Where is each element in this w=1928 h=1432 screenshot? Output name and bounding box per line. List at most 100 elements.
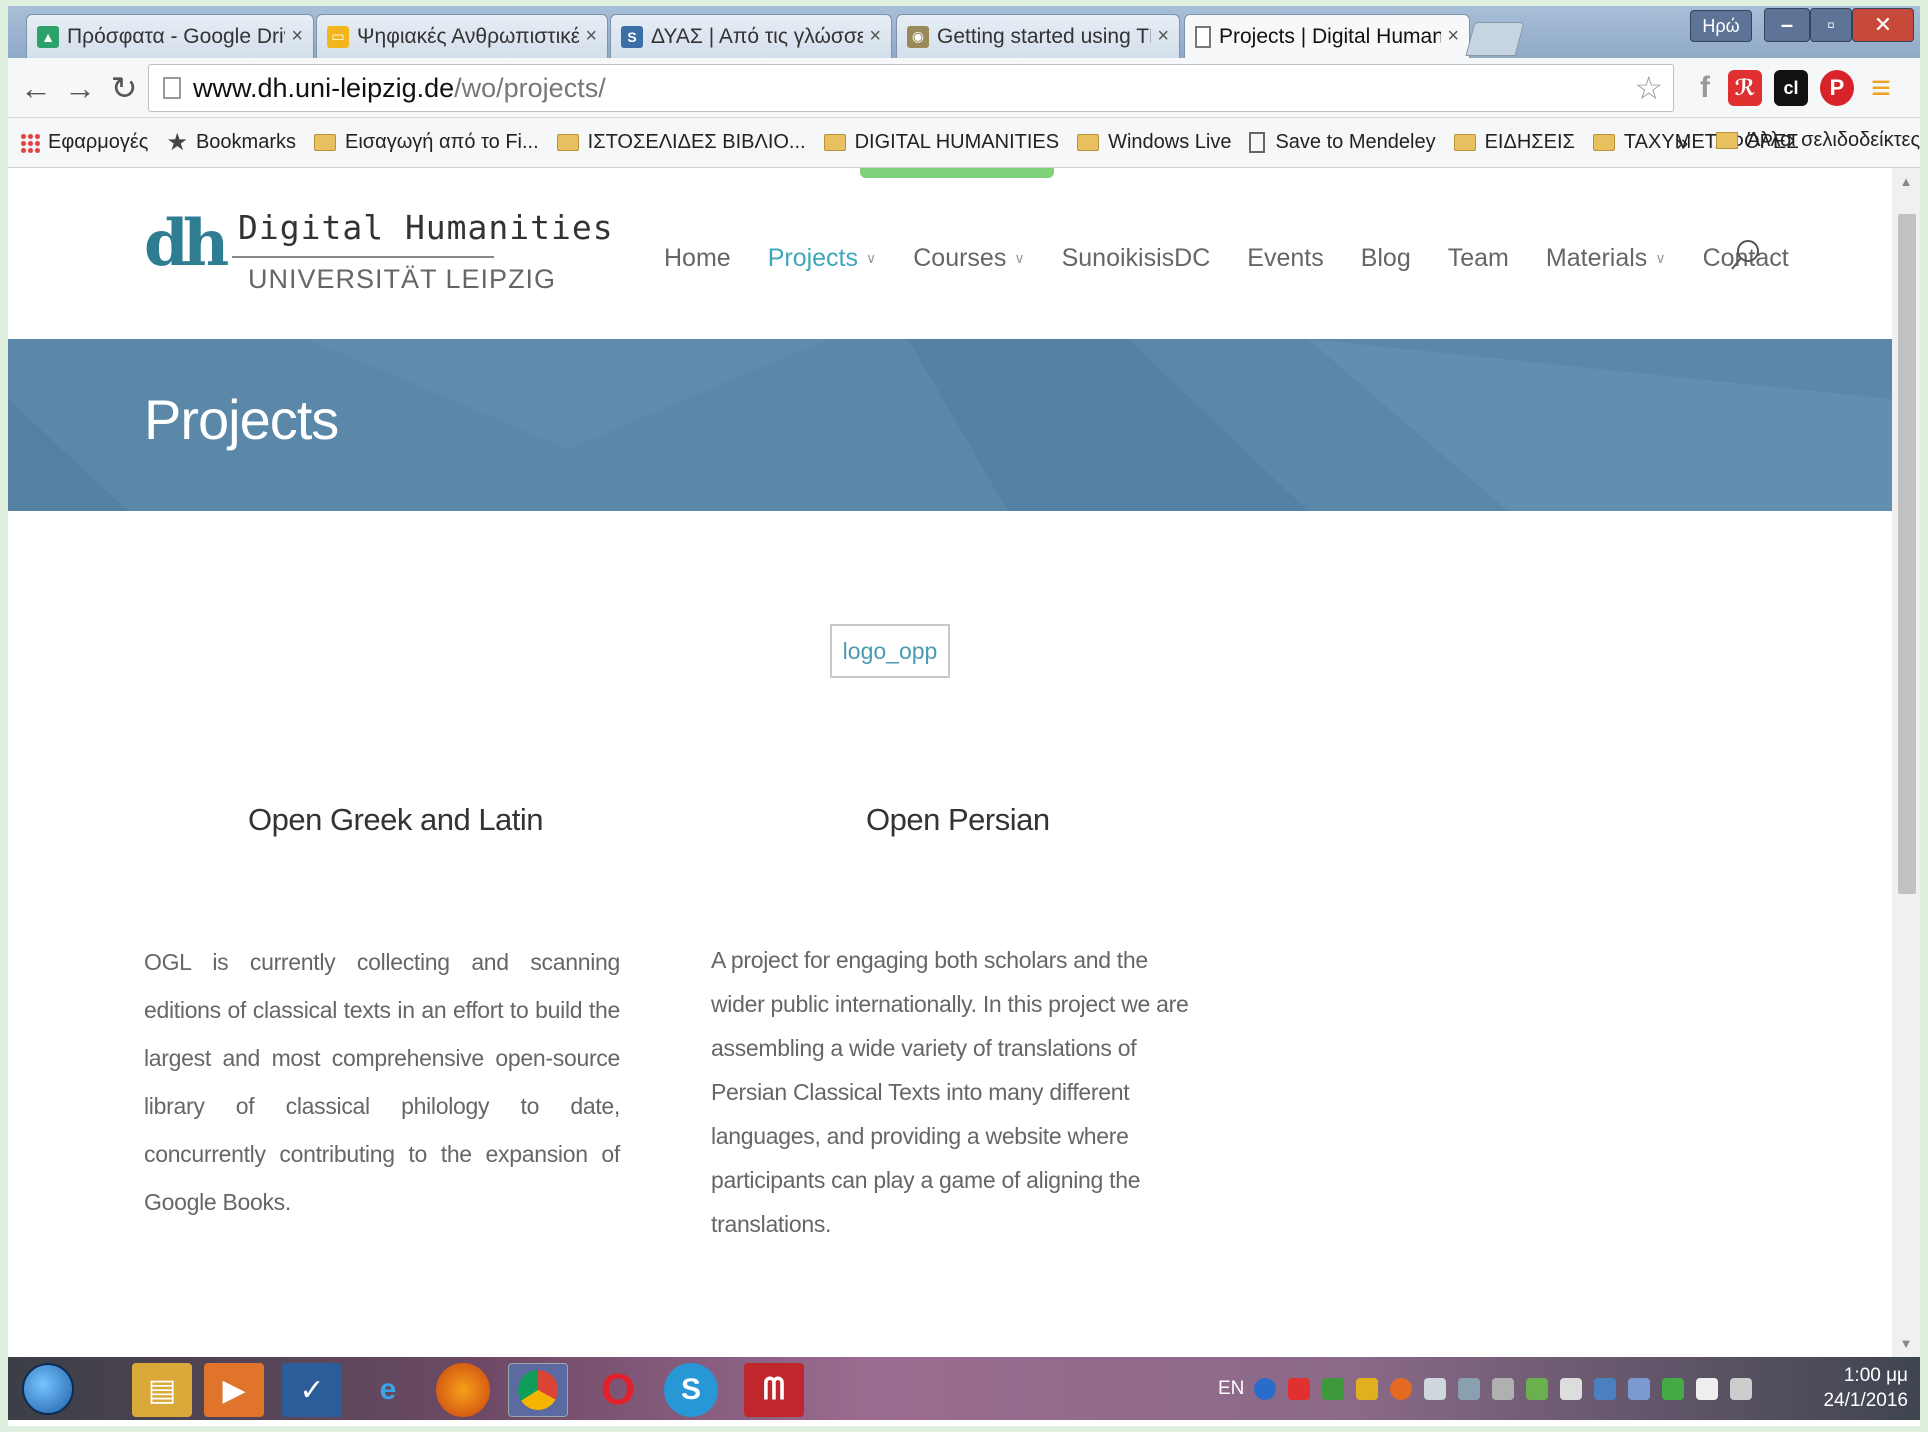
bookmark-label: DIGITAL HUMANITIES	[854, 131, 1060, 153]
bookmark-folder-digital-humanities[interactable]: DIGITAL HUMANITIES	[823, 131, 1060, 154]
bookmark-label: ΕΙΔΗΣΕΙΣ	[1484, 131, 1575, 153]
bookmark-folder-news[interactable]: ΕΙΔΗΣΕΙΣ	[1453, 131, 1575, 154]
mendeley-icon[interactable]: ᗰ	[744, 1363, 804, 1417]
scroll-up-arrow-icon[interactable]: ▲	[1892, 174, 1920, 189]
search-icon[interactable]	[1728, 238, 1762, 272]
dh-logo-icon: dh	[144, 206, 229, 281]
tab-tei[interactable]: ◉ Getting started using TEI ×	[896, 14, 1180, 58]
menu-icon[interactable]: ≡	[1864, 69, 1898, 107]
wifi-icon[interactable]	[1458, 1378, 1481, 1400]
facebook-icon[interactable]: f	[1688, 70, 1722, 106]
bookmark-label: ΙΣΤΟΣΕΛΙΔΕΣ ΒΙΒΛΙΟ...	[587, 131, 806, 153]
chrome-icon[interactable]	[508, 1363, 568, 1417]
forward-button[interactable]: →	[60, 68, 100, 108]
folder-icon	[314, 134, 336, 151]
project-description-persian: A project for engaging both scholars and…	[711, 947, 1189, 1237]
tab-dyas[interactable]: S ΔΥΑΣ | Από τις γλώσσες σ ×	[610, 14, 892, 58]
back-button[interactable]: ←	[16, 68, 56, 108]
volume-icon[interactable]	[1560, 1378, 1583, 1400]
security-shield-icon[interactable]	[1356, 1378, 1379, 1400]
battery-icon[interactable]	[1662, 1378, 1685, 1400]
tab-title: Ψηφιακές Ανθρωπιστικές	[357, 24, 580, 48]
network-share-icon[interactable]	[1322, 1378, 1345, 1400]
tab-google-drive[interactable]: ▲ Πρόσφατα - Google Drive ×	[26, 14, 314, 58]
scrollbar-thumb[interactable]	[1898, 214, 1916, 894]
acrobat-icon[interactable]: ℛ	[1728, 70, 1762, 106]
bookmark-folder-library[interactable]: ΙΣΤΟΣΕΛΙΔΕΣ ΒΙΒΛΙΟ...	[556, 131, 806, 154]
bookmark-label: Εισαγωγή από το Fi...	[345, 131, 539, 153]
nav-label: Events	[1247, 244, 1324, 272]
scroll-down-arrow-icon[interactable]: ▼	[1892, 1336, 1920, 1351]
skype-icon[interactable]: S	[664, 1363, 718, 1417]
close-icon[interactable]: ×	[869, 25, 881, 48]
logo-title: Digital Humanities	[238, 208, 614, 247]
vertical-scrollbar[interactable]: ▲ ▼	[1892, 168, 1920, 1357]
tab-projects-active[interactable]: Projects | Digital Humaniti ×	[1184, 14, 1470, 58]
display-icon[interactable]	[1594, 1378, 1617, 1400]
pinterest-icon[interactable]: P	[1820, 70, 1854, 106]
bookmark-other[interactable]: Άλλοι σελιδοδείκτες	[1716, 129, 1920, 152]
folder-icon	[1077, 134, 1100, 151]
chrome-tray-icon[interactable]	[1390, 1378, 1413, 1400]
close-icon[interactable]: ×	[291, 25, 303, 48]
bookmark-apps[interactable]: Εφαρμογές	[20, 131, 148, 154]
bookmark-folder-import[interactable]: Εισαγωγή από το Fi...	[314, 131, 539, 154]
printer-icon[interactable]	[1424, 1378, 1447, 1400]
nav-projects[interactable]: Projects ∨	[768, 244, 877, 273]
nav-label: SunoikisisDC	[1061, 244, 1211, 272]
folder-icon	[1592, 134, 1615, 151]
close-icon[interactable]: ×	[585, 25, 597, 48]
windows-taskbar: ▤ ▶ ✓ e O S ᗰ EN 1:00 μμ 24/1/2016	[8, 1357, 1920, 1420]
help-icon[interactable]	[1254, 1378, 1277, 1400]
profile-button[interactable]: Ηρώ	[1690, 10, 1752, 42]
bookmark-folder-windows-live[interactable]: Windows Live	[1077, 131, 1231, 154]
close-icon[interactable]: ×	[1157, 25, 1169, 48]
maximize-button[interactable]: ▫	[1810, 8, 1852, 42]
reload-button[interactable]: ↻	[104, 68, 144, 108]
bookmark-save-to-mendeley[interactable]: Save to Mendeley	[1249, 131, 1436, 154]
address-bar[interactable]: www.dh.uni-leipzig.de/wo/projects/ ☆	[148, 64, 1674, 112]
nav-team[interactable]: Team	[1448, 244, 1509, 273]
signal-icon[interactable]	[1730, 1378, 1753, 1400]
bookmark-bookmarks[interactable]: ★ Bookmarks	[166, 128, 296, 157]
nav-label: Courses	[913, 244, 1007, 272]
input-language[interactable]: EN	[1218, 1378, 1244, 1400]
site-logo[interactable]: dh Digital Humanities UNIVERSITÄT LEIPZI…	[144, 206, 613, 296]
opera-icon[interactable]: O	[588, 1363, 648, 1417]
green-tab-handle	[860, 168, 1054, 178]
clock-time: 1:00 μμ	[1843, 1365, 1908, 1386]
nav-home[interactable]: Home	[664, 244, 731, 273]
close-window-button[interactable]: ✕	[1852, 8, 1914, 42]
nav-materials[interactable]: Materials ∨	[1546, 244, 1666, 273]
project-title-persian: Open Persian	[866, 802, 1050, 837]
folder-icon	[1453, 134, 1476, 151]
tasks-check-icon[interactable]: ✓	[282, 1363, 342, 1417]
nav-courses[interactable]: Courses ∨	[913, 244, 1024, 273]
tab-digital-humanities-greek[interactable]: ▭ Ψηφιακές Ανθρωπιστικές ×	[316, 14, 608, 58]
bluetooth-icon[interactable]	[1492, 1378, 1515, 1400]
bookmark-star-icon[interactable]: ☆	[1634, 69, 1663, 107]
close-icon[interactable]: ×	[1447, 25, 1459, 48]
internet-explorer-icon[interactable]: e	[358, 1363, 418, 1417]
bookmarks-overflow-button[interactable]: »	[1676, 130, 1688, 156]
arrow-left-icon: ←	[20, 69, 52, 106]
browser-toolbar: ← → ↻ www.dh.uni-leipzig.de/wo/projects/…	[8, 58, 1920, 118]
citation-icon[interactable]: cl	[1774, 70, 1808, 106]
firefox-icon[interactable]	[436, 1363, 490, 1417]
start-button[interactable]	[22, 1363, 74, 1415]
nav-blog[interactable]: Blog	[1361, 244, 1411, 273]
nav-events[interactable]: Events	[1247, 244, 1323, 273]
media-player-icon[interactable]: ▶	[204, 1363, 264, 1417]
main-nav: Home Projects ∨ Courses ∨ SunoikisisDC Eve…	[664, 244, 1826, 273]
nav-sunoikisisdc[interactable]: SunoikisisDC	[1062, 244, 1211, 273]
nav-label: Projects	[767, 244, 858, 272]
minimize-button[interactable]: –	[1764, 8, 1810, 42]
update-icon[interactable]	[1526, 1378, 1549, 1400]
network-icon[interactable]	[1628, 1378, 1651, 1400]
acrobat-tray-icon[interactable]	[1288, 1378, 1311, 1400]
taskbar-clock[interactable]: 1:00 μμ 24/1/2016	[1798, 1363, 1908, 1413]
flag-icon[interactable]	[1696, 1378, 1719, 1400]
explorer-icon[interactable]: ▤	[132, 1363, 192, 1417]
new-tab-button[interactable]	[1465, 22, 1525, 56]
logo-divider	[232, 256, 494, 258]
